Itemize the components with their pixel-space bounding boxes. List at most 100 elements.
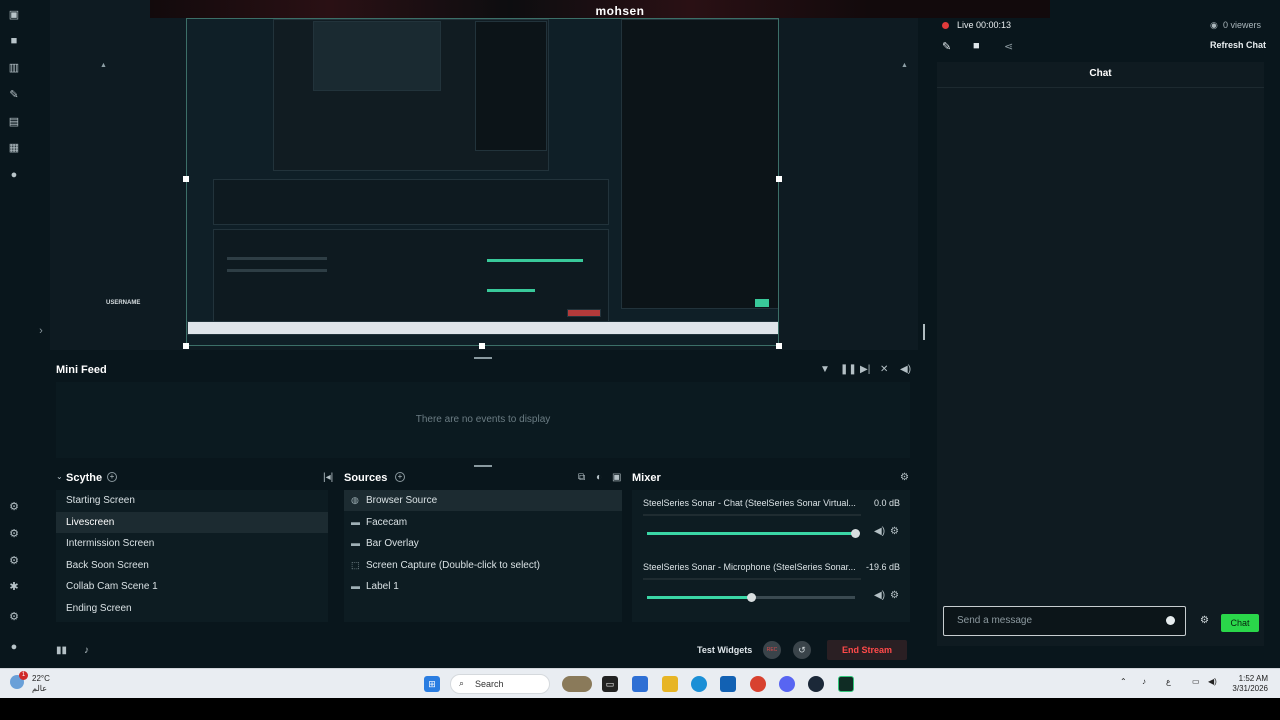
collapse-chevron-icon[interactable]: ⌄ xyxy=(56,472,63,481)
studio-mode-icon[interactable]: ⚙ xyxy=(7,500,21,514)
resize-handle[interactable] xyxy=(183,176,189,182)
volume-slider-knob[interactable] xyxy=(851,529,860,538)
mixer-channel-db: 0.0 dB xyxy=(873,498,900,508)
chat-message-input[interactable]: Send a message xyxy=(943,606,1186,636)
share-icon[interactable]: ⋖ xyxy=(1004,40,1013,53)
panel-resize-grip[interactable] xyxy=(474,357,492,359)
start-icon[interactable]: ⊞ xyxy=(424,676,440,692)
nested-end-stream xyxy=(567,309,601,317)
remove-source-icon[interactable]: ▣ xyxy=(612,472,621,483)
replay-buffer-icon[interactable]: ↺ xyxy=(793,641,811,659)
resize-handle[interactable] xyxy=(183,343,189,349)
apps-icon[interactable]: ● xyxy=(7,168,21,182)
search-highlight-icon[interactable] xyxy=(562,676,592,692)
discord-icon[interactable] xyxy=(779,676,795,692)
chrome-icon[interactable] xyxy=(750,676,766,692)
widgets-icon[interactable]: ▦ xyxy=(7,141,21,155)
nested-chat-panel xyxy=(621,19,778,309)
source-item[interactable]: ▬ Bar Overlay xyxy=(344,533,622,554)
edit-stream-info-icon[interactable]: ✎ xyxy=(942,40,951,53)
resize-handle[interactable] xyxy=(776,176,782,182)
source-item[interactable]: ⬚ Screen Capture (Double-click to select) xyxy=(344,555,622,576)
file-explorer-icon[interactable] xyxy=(662,676,678,692)
column-resize-grip[interactable] xyxy=(923,324,925,340)
plugins-icon[interactable]: ⚙ xyxy=(7,554,21,568)
panel-resize-grip[interactable] xyxy=(474,465,492,467)
task-view-icon[interactable]: ▭ xyxy=(602,676,618,692)
resize-handle[interactable] xyxy=(776,343,782,349)
mixer-channel-db: -19.6 dB xyxy=(865,562,900,572)
layout-icon[interactable]: ▥ xyxy=(7,61,21,75)
scene-list: Starting Screen Livescreen Intermission Sc… xyxy=(56,490,328,622)
steam-icon[interactable] xyxy=(808,676,824,692)
language-indicator[interactable]: ع xyxy=(1166,677,1171,686)
help-icon[interactable]: ✱ xyxy=(7,580,21,594)
resize-handle[interactable] xyxy=(479,343,485,349)
edge-icon[interactable] xyxy=(691,676,707,692)
channel-settings-icon[interactable]: ⚙ xyxy=(890,590,899,601)
source-item[interactable]: ▬ Label 1 xyxy=(344,576,622,597)
skip-icon[interactable]: ▶| xyxy=(860,364,870,375)
scene-transitions-icon[interactable]: |◂| xyxy=(323,472,333,483)
editor-icon[interactable]: ■ xyxy=(7,34,21,48)
record-button[interactable]: REC xyxy=(763,641,781,659)
add-scene-icon[interactable]: + xyxy=(107,472,117,482)
pause-icon[interactable]: ❚❚ xyxy=(840,364,857,375)
streamlabs-icon[interactable] xyxy=(838,676,854,692)
streamlabs-app: ▣ ■ ▥ ✎ ▤ ▦ ● ⚙ ⚙ ⚙ ✱ ⚙ ● › ▲ ▲ mohsen U… xyxy=(0,0,1280,668)
channel-settings-icon[interactable]: ⚙ xyxy=(890,526,899,537)
refresh-chat-button[interactable]: Refresh Chat xyxy=(1210,40,1266,50)
filter-icon[interactable]: ▼ xyxy=(820,364,830,375)
scene-item[interactable]: Collab Cam Scene 1 xyxy=(56,576,328,597)
themes-icon[interactable]: ✎ xyxy=(7,88,21,102)
mixer-panel: SteelSeries Sonar - Chat (SteelSeries So… xyxy=(632,490,910,622)
chat-settings-icon[interactable]: ⚙ xyxy=(1200,615,1209,626)
mute-icon[interactable]: ◀) xyxy=(874,590,885,601)
source-label: Screen Capture (Double-click to select) xyxy=(366,559,540,571)
store-icon[interactable]: ▤ xyxy=(7,115,21,129)
mixer-settings-icon[interactable]: ⚙ xyxy=(900,472,909,483)
speaker-icon[interactable]: ◀) xyxy=(1208,677,1217,686)
mixer-title: Mixer xyxy=(632,472,661,484)
volume-slider[interactable] xyxy=(647,593,855,602)
expand-chevron-icon[interactable]: › xyxy=(34,324,48,338)
clock-time[interactable]: 1:52 AM xyxy=(1232,674,1268,683)
add-folder-icon[interactable]: ⧉ xyxy=(578,472,585,483)
profile-icon[interactable]: ● xyxy=(7,640,21,654)
end-stream-button[interactable]: End Stream xyxy=(827,640,907,660)
network-icon[interactable]: ▭ xyxy=(1192,677,1200,686)
add-source-icon[interactable]: + xyxy=(395,472,405,482)
source-item[interactable]: ◍ Browser Source xyxy=(344,490,622,511)
chat-send-button[interactable]: Chat xyxy=(1221,614,1259,632)
settings-icon[interactable]: ⚙ xyxy=(7,610,21,624)
video-camera-icon[interactable]: ■ xyxy=(973,40,980,52)
emoji-icon[interactable] xyxy=(1166,616,1175,625)
scene-item[interactable]: Back Soon Screen xyxy=(56,555,328,576)
mute-icon[interactable]: ◀) xyxy=(874,526,885,537)
tray-chevron-icon[interactable]: ⌃ xyxy=(1120,677,1127,686)
source-item[interactable]: ▬ Facecam xyxy=(344,512,622,533)
mute-alerts-icon[interactable]: ✕ xyxy=(880,364,888,375)
scene-item[interactable]: Livescreen xyxy=(56,511,328,533)
clock-date[interactable]: 3/31/2026 xyxy=(1226,684,1268,693)
notifications-icon[interactable]: ♪ xyxy=(84,645,89,656)
volume-slider[interactable] xyxy=(647,529,860,538)
widgets-app-icon[interactable] xyxy=(632,676,648,692)
tools-icon[interactable]: ⚙ xyxy=(7,527,21,541)
store-app-icon[interactable] xyxy=(720,676,736,692)
nested-minifeed xyxy=(213,179,609,225)
scene-item[interactable]: Intermission Screen xyxy=(56,533,328,554)
scene-item[interactable]: Starting Screen xyxy=(56,490,328,511)
test-widgets-button[interactable]: Test Widgets xyxy=(697,645,752,655)
capture-canvas[interactable] xyxy=(186,18,779,346)
volume-icon[interactable]: ◀) xyxy=(900,364,911,375)
microphone-icon[interactable]: ♪ xyxy=(1142,677,1146,686)
performance-stats-icon[interactable]: ▮▮ xyxy=(56,645,67,656)
eye-icon: ◉ xyxy=(1210,20,1218,30)
source-visibility-icon[interactable]: ◐ xyxy=(596,472,602,483)
scene-item[interactable]: Ending Screen xyxy=(56,598,328,619)
volume-slider-knob[interactable] xyxy=(747,593,756,602)
taskbar-search[interactable]: ⌕ Search xyxy=(450,674,550,694)
nested-docks xyxy=(213,229,609,329)
minifeed-title: Mini Feed xyxy=(56,364,107,376)
